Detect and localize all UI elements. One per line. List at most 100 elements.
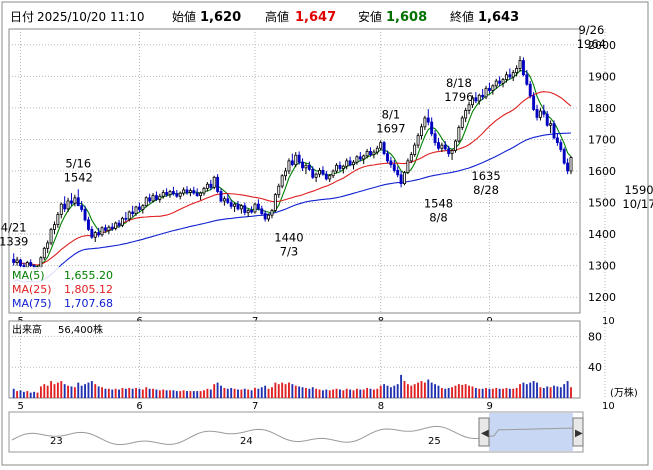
low-value: 1,608 — [386, 10, 427, 25]
volume-bar — [505, 387, 508, 398]
navigator-left-handle[interactable]: ◀ — [478, 417, 490, 447]
volume-bar — [162, 389, 165, 398]
navigator-selection[interactable] — [489, 413, 573, 451]
volume-bar — [430, 382, 433, 398]
navigator-right-handle[interactable]: ▶ — [572, 417, 584, 447]
candle-body — [212, 176, 216, 188]
annotation-date: 1440 — [274, 230, 303, 244]
candle-body — [498, 80, 502, 84]
high-label: 高値 — [265, 9, 289, 24]
volume-bar — [94, 384, 97, 398]
candle-body — [307, 164, 311, 170]
candle-body — [297, 154, 301, 163]
candle-body — [443, 144, 447, 150]
candle-body — [87, 219, 90, 230]
candle-body — [185, 189, 189, 193]
ma-legend: MA(5) 1,655.20 MA(25) 1,805.12 MA(75) 1,… — [10, 267, 120, 311]
candle-body — [219, 191, 223, 202]
volume-bar — [19, 390, 22, 398]
volume-bar — [308, 388, 311, 398]
volume-bar — [33, 391, 36, 398]
candle-body — [341, 165, 345, 169]
volume-bar — [474, 387, 477, 398]
volume-bar — [192, 391, 195, 398]
volume-bar — [427, 379, 430, 398]
volume-bar — [196, 391, 199, 398]
volume-bar — [141, 389, 144, 398]
candle-body — [110, 226, 114, 229]
candle-body — [182, 189, 186, 194]
candle-body — [420, 126, 423, 137]
candle-body — [161, 192, 165, 197]
volume-bar — [410, 385, 413, 398]
volume-bar — [488, 388, 491, 398]
volume-bar — [271, 387, 273, 398]
volume-bar — [182, 390, 185, 398]
volume-bar — [508, 388, 511, 398]
volume-bar — [36, 392, 39, 398]
volume-bar — [464, 384, 467, 398]
price-tick-label: 1200 — [588, 291, 616, 304]
volume-bar — [199, 391, 202, 398]
candle-body — [256, 203, 260, 210]
candle-body — [501, 79, 505, 84]
volume-bar — [70, 386, 73, 398]
volume-bar — [502, 388, 504, 398]
candle-body — [229, 202, 233, 207]
volume-bar — [420, 381, 423, 398]
month-label: 5 — [17, 401, 23, 412]
volume-bar — [165, 390, 168, 398]
candle-body — [192, 190, 196, 194]
candle-body — [63, 203, 67, 210]
volume-bar — [342, 390, 345, 398]
candle-body — [348, 160, 352, 166]
candle-body — [301, 161, 304, 169]
candle-body — [127, 211, 131, 220]
chevron-left-icon: ◀ — [481, 428, 489, 439]
month-label: 8 — [378, 401, 384, 412]
volume-bar — [60, 381, 63, 398]
volume-bar — [223, 387, 226, 398]
candle-body — [474, 97, 478, 102]
annotation-date: 1635 — [471, 169, 500, 183]
candle-body — [555, 137, 559, 144]
candle-body — [426, 117, 430, 123]
volume-bar — [131, 388, 134, 398]
open-label: 始値 — [172, 9, 196, 24]
candle-body — [273, 194, 277, 211]
volume-bar — [417, 382, 420, 398]
range-navigator[interactable]: 23 24 25 ◀ ▶ — [8, 411, 584, 453]
volume-bar — [559, 387, 562, 398]
annotation-price: 1796 — [444, 90, 473, 104]
volume-bar — [213, 384, 216, 398]
volume-bar — [284, 384, 287, 398]
candle-body — [331, 170, 335, 177]
ma75-legend-value: 1,707.68 — [64, 297, 113, 310]
volume-bar — [169, 390, 171, 398]
candle-body — [386, 153, 389, 162]
volume-bar — [26, 391, 29, 398]
candle-body — [66, 200, 70, 210]
annotation-date: 8/1 — [382, 107, 401, 121]
candle-body — [335, 164, 338, 172]
volume-bar — [440, 387, 443, 398]
volume-bar — [16, 391, 19, 398]
volume-bar — [553, 385, 555, 398]
volume-bar — [172, 390, 175, 398]
candle-body — [188, 190, 192, 193]
volume-bar — [138, 388, 141, 398]
volume-unit: (万株) — [610, 386, 638, 399]
volume-bar — [352, 390, 355, 398]
volume-bar — [315, 388, 318, 398]
volume-bar — [22, 391, 25, 398]
volume-bar — [519, 384, 521, 398]
candle-body — [168, 191, 172, 196]
candle-body — [107, 226, 111, 231]
navigator-year-23: 23 — [50, 436, 63, 447]
candle-body — [103, 227, 107, 231]
volume-bar — [332, 389, 335, 398]
candle-body — [467, 104, 471, 111]
candle-body — [70, 200, 73, 204]
low-label: 安値 — [358, 9, 382, 24]
candle-body — [46, 242, 50, 249]
